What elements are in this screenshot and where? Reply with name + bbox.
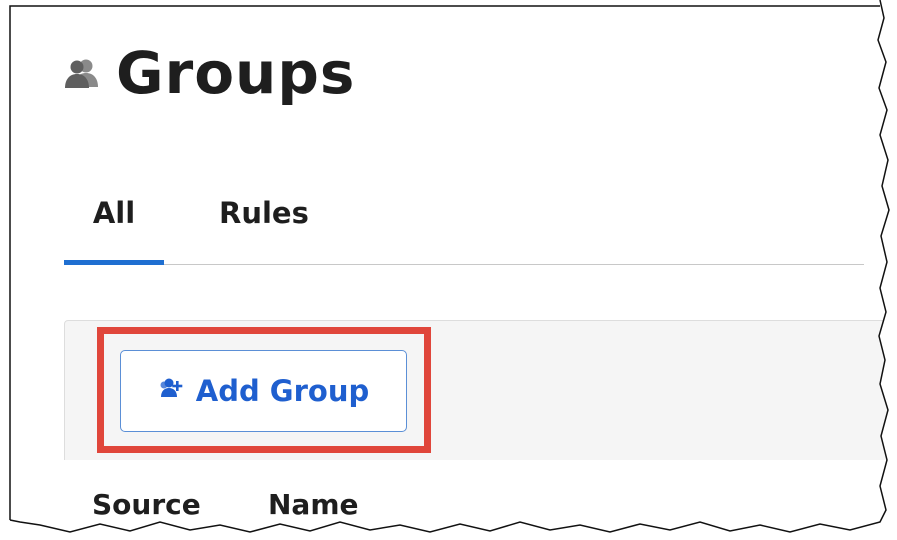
column-header-source[interactable]: Source <box>92 488 201 521</box>
group-icon <box>62 53 102 93</box>
add-group-button[interactable]: Add Group <box>120 350 407 432</box>
add-user-icon <box>158 377 184 405</box>
page: Groups All Rules Add Group Source Name <box>0 0 897 540</box>
tab-bar: All Rules <box>64 190 864 265</box>
tab-all[interactable]: All <box>64 190 164 265</box>
add-group-label: Add Group <box>195 374 370 408</box>
table-header: Source Name <box>64 460 894 540</box>
column-header-name[interactable]: Name <box>268 488 359 521</box>
page-header: Groups <box>62 38 355 108</box>
tab-rules[interactable]: Rules <box>219 190 309 263</box>
page-title: Groups <box>116 39 356 107</box>
